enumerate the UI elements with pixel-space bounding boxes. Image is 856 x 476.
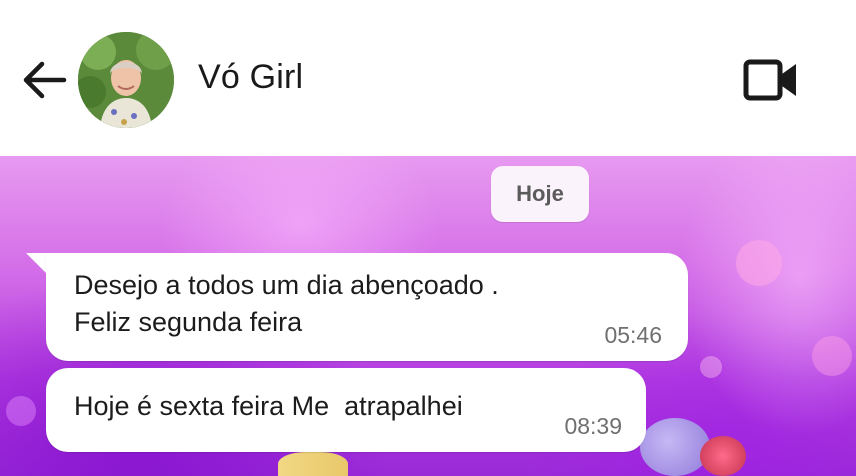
wallpaper-butterfly [278,452,348,476]
wallpaper-flower [640,418,710,476]
wallpaper-bokeh [6,396,36,426]
avatar[interactable] [78,32,174,128]
message-text: Hoje é sexta feira Me atrapalhei [74,391,463,421]
date-separator: Hoje [491,166,589,222]
message-bubble[interactable]: Hoje é sexta feira Me atrapalhei 08:39 [46,368,646,452]
arrow-left-icon [23,61,67,99]
contact-name[interactable]: Vó Girl [198,58,303,97]
contact-avatar [78,32,174,128]
chat-area[interactable]: Hoje Desejo a todos um dia abençoado . F… [0,156,856,476]
chat-header: Vó Girl [0,0,856,156]
wallpaper-flower [700,436,746,476]
wallpaper-bokeh [736,240,782,286]
message-timestamp: 08:39 [564,413,622,439]
message-text: Desejo a todos um dia abençoado . Feliz … [74,270,499,337]
message-bubble[interactable]: Desejo a todos um dia abençoado . Feliz … [46,253,688,361]
wallpaper-bokeh [812,336,852,376]
video-camera-icon [743,59,796,101]
video-call-button[interactable] [740,54,802,106]
message-timestamp: 05:46 [604,322,662,348]
back-button[interactable] [18,54,70,106]
bubble-tail [26,253,48,275]
wallpaper-bokeh [700,356,722,378]
